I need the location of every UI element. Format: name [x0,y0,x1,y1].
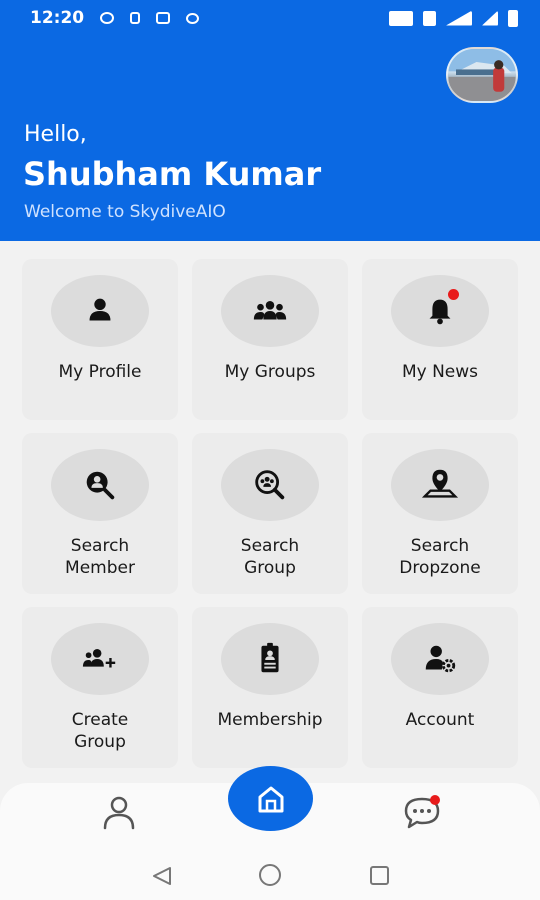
recents-icon[interactable] [370,866,389,885]
sim-icon [130,12,141,24]
search-group-card[interactable]: Search Group [192,433,348,594]
user-name: Shubham Kumar [23,155,322,193]
search-member-icon-circle [51,449,149,521]
system-home-icon[interactable] [259,864,281,886]
status-time: 12:20 [30,8,85,28]
my-profile-label: My Profile [58,362,142,382]
my-groups-icon-circle [221,275,319,347]
my-news-label: My News [401,362,479,382]
my-profile-icon-circle [51,275,149,347]
create-group-icon-circle [51,623,149,695]
status-bar: 12:20 [0,0,540,36]
account-label: Account [405,710,475,730]
home-icon [258,786,283,812]
back-icon[interactable] [150,865,174,887]
chat-button[interactable] [402,793,442,831]
volte-icon [389,10,413,26]
search-member-card[interactable]: Search Member [22,433,178,594]
avatar-photo [448,49,516,101]
greeting: Hello, [24,122,87,147]
my-groups-label: My Groups [224,362,316,382]
app-header: 12:20 Hello, Shubham Kumar Welcome to Sk… [0,0,540,241]
search-group-icon [255,470,285,500]
search-dropzone-label: Search Dropzone [399,536,481,578]
search-member-label: Search Member [65,536,135,578]
map-pin-icon [421,469,459,498]
vibrate-icon [423,10,436,26]
profile-icon[interactable] [100,793,138,831]
group-icon [253,301,287,320]
message-icon [100,12,115,24]
my-news-card[interactable]: My News [362,259,518,420]
membership-label: Membership [217,710,323,730]
add-group-icon [82,649,116,668]
avatar[interactable] [446,47,518,103]
welcome-text: Welcome to SkydiveAIO [24,202,226,222]
home-button[interactable] [228,766,313,831]
search-member-icon [86,471,115,500]
account-icon-circle [391,623,489,695]
create-group-label: Create Group [71,710,129,752]
4g-signal-icon [446,10,472,26]
image-icon [156,12,171,24]
search-dropzone-icon-circle [391,449,489,521]
status-right-icons [389,9,518,27]
id-badge-icon [261,642,279,673]
my-groups-card[interactable]: My Groups [192,259,348,420]
search-group-label: Search Group [240,536,300,578]
user-icon [89,298,111,321]
search-dropzone-card[interactable]: Search Dropzone [362,433,518,594]
chat-icon [404,795,440,829]
membership-icon-circle [221,623,319,695]
membership-card[interactable]: Membership [192,607,348,768]
search-group-icon-circle [221,449,319,521]
my-profile-card[interactable]: My Profile [22,259,178,420]
signal-icon [482,10,498,26]
create-group-card[interactable]: Create Group [22,607,178,768]
battery-icon [508,9,518,27]
news-badge-dot [448,289,459,300]
account-card[interactable]: Account [362,607,518,768]
my-news-icon-circle [391,275,489,347]
chat-bubble-icon [186,12,200,24]
user-settings-icon [425,645,456,673]
